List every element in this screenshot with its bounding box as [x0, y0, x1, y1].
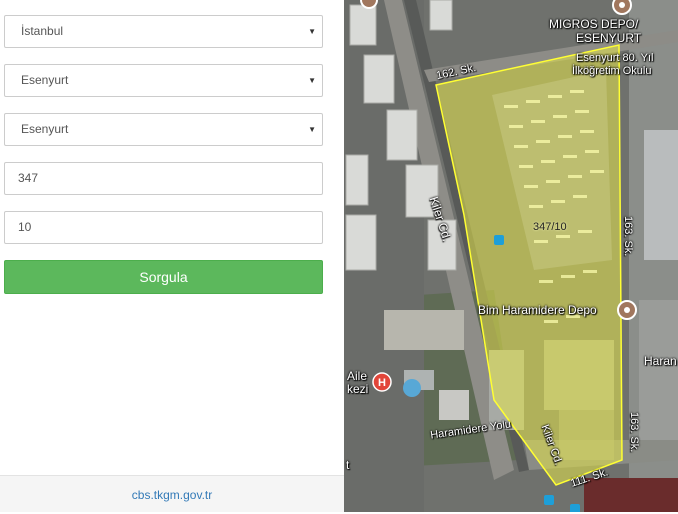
parcel-input[interactable]: 10	[4, 211, 323, 244]
block-input[interactable]: 347	[4, 162, 323, 195]
school-label-line1: Esenyurt 80. Yıl	[576, 52, 654, 64]
parcel-value: 10	[18, 220, 32, 234]
bim-label: Bim Haramidere Depo	[478, 303, 597, 317]
bus-stop-icon	[544, 495, 554, 505]
province-value: İstanbul	[21, 24, 64, 38]
hospital-icon: H	[372, 372, 392, 392]
footer: cbs.tkgm.gov.tr	[0, 475, 344, 512]
block-value: 347	[18, 171, 39, 185]
street-163-a: 163. Sk.	[622, 216, 634, 257]
satellite-map[interactable]: H MIGROS DEPO/ ESENYURT Esenyurt 80. Yıl…	[344, 0, 678, 512]
poi-marker-icon	[360, 0, 378, 9]
hospital-label-line1: Aile	[347, 369, 368, 383]
query-button[interactable]: Sorgula	[4, 260, 323, 294]
chevron-down-icon: ▼	[308, 125, 316, 134]
footer-link[interactable]: cbs.tkgm.gov.tr	[132, 488, 212, 502]
chevron-down-icon: ▼	[308, 76, 316, 85]
neighborhood-select[interactable]: Esenyurt ▼	[4, 113, 323, 146]
migros-label-line2: ESENYURT	[576, 31, 642, 45]
poi-marker-icon	[612, 0, 632, 15]
bus-stop-icon	[494, 235, 504, 245]
haram-label: Haran	[644, 354, 677, 368]
parcel-label: 347/10	[533, 221, 567, 233]
district-select[interactable]: Esenyurt ▼	[4, 64, 323, 97]
partial-label: t	[346, 458, 350, 472]
province-select[interactable]: İstanbul ▼	[4, 15, 323, 48]
street-163-b: 163. Sk.	[628, 412, 640, 453]
hospital-label-line2: kezi	[347, 382, 369, 396]
bus-stop-icon	[570, 504, 580, 512]
query-panel: İstanbul ▼ Esenyurt ▼ Esenyurt ▼ 347 10 …	[0, 0, 344, 512]
svg-text:H: H	[378, 377, 386, 389]
poi-marker-icon	[617, 300, 637, 320]
neighborhood-value: Esenyurt	[21, 122, 69, 136]
district-value: Esenyurt	[21, 73, 69, 87]
migros-label-line1: MIGROS DEPO/	[549, 17, 639, 31]
chevron-down-icon: ▼	[308, 27, 316, 36]
school-label-line2: İlköğretim Okulu	[572, 65, 652, 77]
